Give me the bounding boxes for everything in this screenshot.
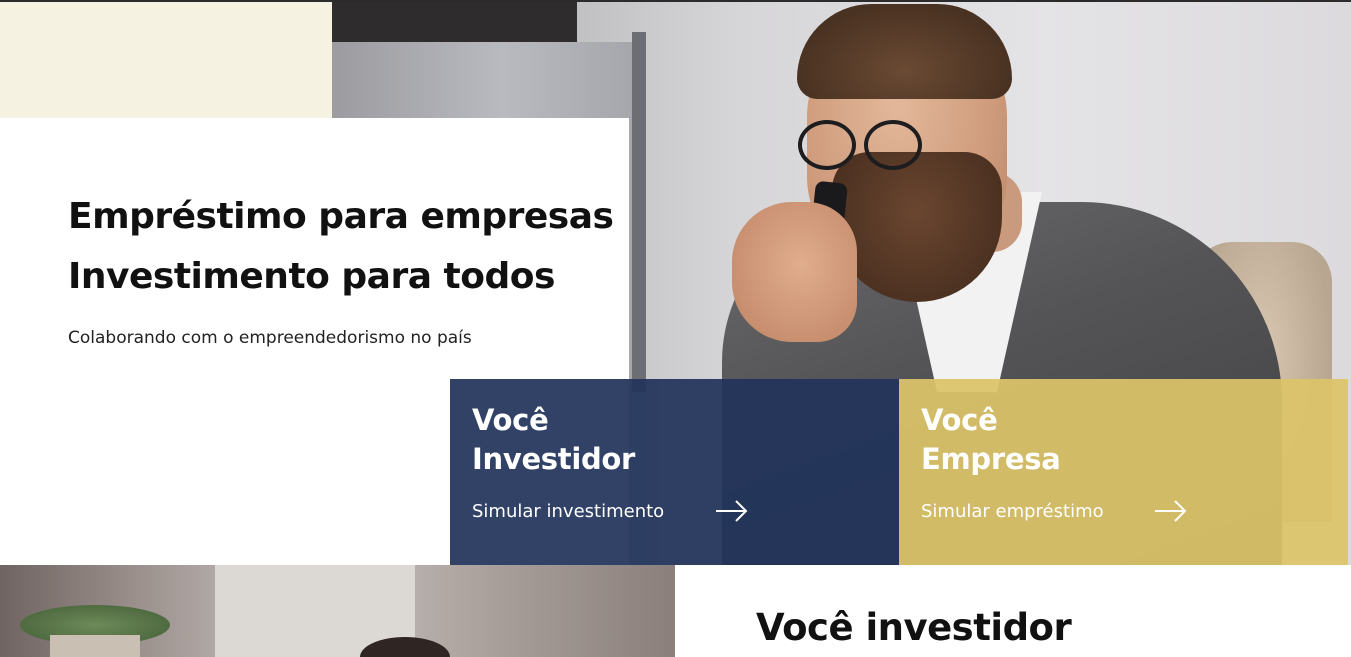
company-cta-title-line2: Empresa: [921, 442, 1061, 476]
investor-section-photo: [0, 565, 675, 657]
decorative-cream-block: [0, 2, 332, 118]
investor-cta-card[interactable]: Você Investidor Simular investimento: [450, 379, 899, 565]
company-cta-title: Você Empresa: [921, 401, 1061, 479]
hero-headline-line2: Investimento para todos: [68, 256, 555, 297]
hero-headline-line1: Empréstimo para empresas: [68, 196, 614, 237]
investor-cta-title-line1: Você: [472, 403, 549, 437]
arrow-right-icon[interactable]: [715, 499, 749, 523]
investor-cta-title: Você Investidor: [472, 401, 635, 479]
company-cta-card[interactable]: Você Empresa Simular empréstimo: [899, 379, 1348, 565]
hero-text-card-lower: [0, 379, 450, 565]
simulate-loan-link[interactable]: Simular empréstimo: [921, 501, 1104, 522]
simulate-investment-link[interactable]: Simular investimento: [472, 501, 664, 522]
hero-subtitle: Colaborando com o empreendedorismo no pa…: [68, 328, 472, 348]
investor-cta-title-line2: Investidor: [472, 442, 636, 476]
arrow-right-icon[interactable]: [1154, 499, 1188, 523]
company-cta-title-line1: Você: [921, 403, 998, 437]
investor-section-title: Você investidor: [756, 606, 1072, 649]
